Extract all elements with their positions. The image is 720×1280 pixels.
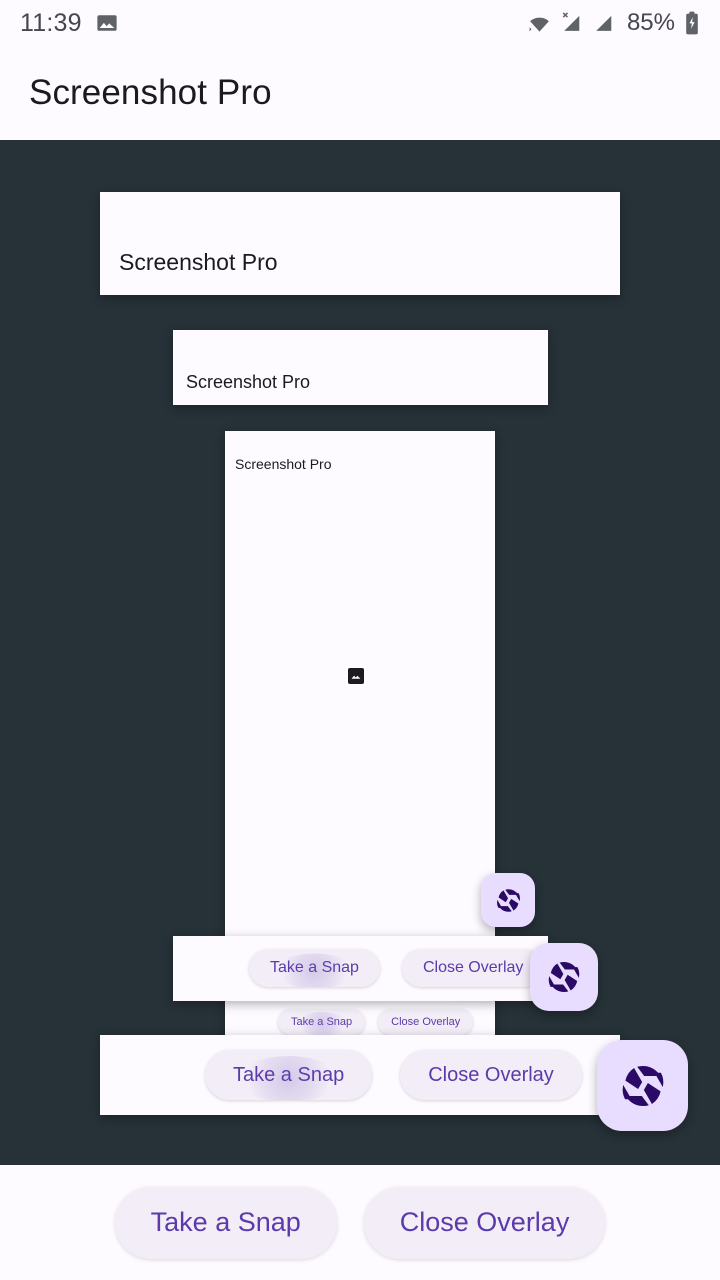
- camera-aperture-icon: [548, 961, 580, 993]
- preview-title: Screenshot Pro: [119, 249, 278, 275]
- wifi-icon: [527, 12, 552, 34]
- screenshot-preview-level-4[interactable]: Take a Snap Close Overlay: [173, 936, 548, 1001]
- screenshot-preview-level-2[interactable]: Screenshot Pro: [173, 330, 548, 405]
- status-bar-notification-icons: [96, 12, 118, 34]
- bottom-action-bar: Take a Snap Close Overlay: [0, 1165, 720, 1280]
- preview-button-row: Take a Snap Close Overlay: [205, 1050, 582, 1100]
- screenshot-preview-level-5[interactable]: Take a Snap Close Overlay: [100, 1035, 620, 1115]
- status-bar-system-icons: 85%: [527, 9, 700, 37]
- close-overlay-button[interactable]: Close Overlay: [401, 949, 545, 987]
- camera-aperture-icon: [622, 1065, 663, 1106]
- preview-button-row: Take a Snap Close Overlay: [249, 949, 545, 987]
- status-bar-clock: 11:39: [20, 8, 82, 37]
- battery-charging-icon: [684, 11, 700, 35]
- camera-fab-level-1[interactable]: [597, 1040, 688, 1131]
- take-snap-button[interactable]: Take a Snap: [205, 1050, 373, 1100]
- signal-no-sim-icon: [559, 12, 584, 34]
- close-overlay-button[interactable]: Close Overlay: [378, 1009, 474, 1035]
- phone-screen: 11:39 85% Screenshot Pro Screenshot Pro …: [0, 0, 720, 1280]
- app-bar: Screenshot Pro: [0, 46, 720, 140]
- close-overlay-button[interactable]: Close Overlay: [363, 1186, 606, 1259]
- close-overlay-button[interactable]: Close Overlay: [400, 1050, 582, 1100]
- screenshot-preview-level-1[interactable]: Screenshot Pro: [100, 192, 620, 295]
- camera-fab-level-3[interactable]: [481, 873, 535, 927]
- take-snap-button[interactable]: Take a Snap: [114, 1186, 337, 1259]
- preview-canvas: Screenshot Pro Screenshot Pro Screenshot…: [0, 140, 720, 1165]
- preview-button-row: Take a Snap Close Overlay: [278, 1009, 474, 1035]
- gallery-image-icon: [96, 12, 118, 34]
- image-placeholder-icon: [348, 668, 364, 684]
- take-snap-button[interactable]: Take a Snap: [249, 949, 380, 987]
- preview-title: Screenshot Pro: [235, 456, 332, 472]
- status-bar: 11:39 85%: [0, 0, 720, 46]
- camera-fab-level-2[interactable]: [530, 943, 598, 1011]
- signal-bars-icon: [591, 12, 616, 34]
- preview-title: Screenshot Pro: [186, 372, 311, 392]
- battery-percentage-label: 85%: [626, 9, 675, 36]
- take-snap-button[interactable]: Take a Snap: [278, 1009, 366, 1035]
- camera-aperture-icon: [496, 888, 520, 912]
- page-title: Screenshot Pro: [29, 73, 272, 112]
